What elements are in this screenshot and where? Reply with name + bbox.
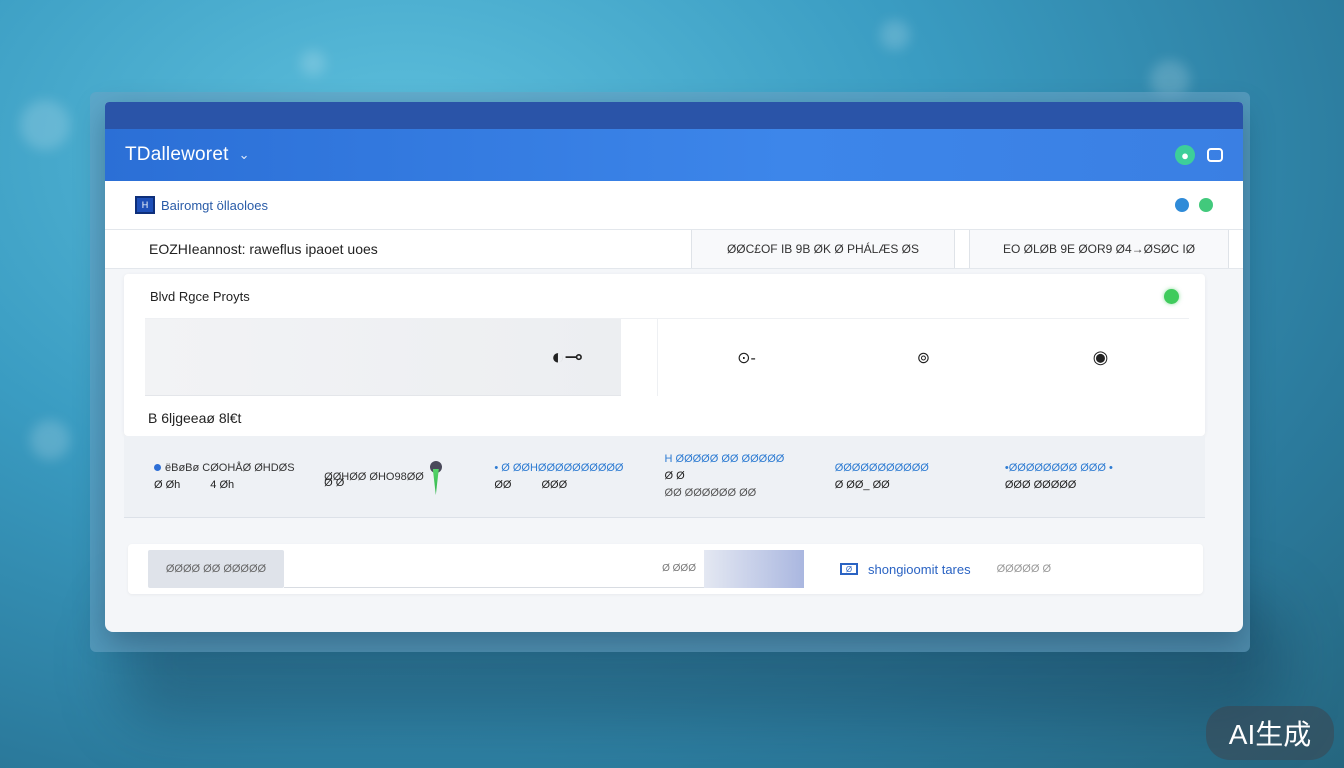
background-bokeh (20, 100, 70, 150)
sub-header: H Bairomgt öllaoloes (105, 181, 1243, 229)
info-main-text: EOZHIeannost: raweflus ipaoet uoes (105, 230, 692, 268)
info-cell[interactable]: EO ØLØB 9E ØOR9 Ø4→ØSØC IØ (969, 230, 1229, 268)
app-window: TDalleworet ⌄ ● H Bairomgt öllaoloes EOZ… (105, 102, 1243, 632)
metric-item[interactable]: • Ø ØØHØØØØØØØØØØ ØØ ØØØ (494, 460, 664, 494)
bullet-icon (154, 463, 161, 471)
aux-label: ØØØØØ Ø (996, 563, 1052, 575)
control-row: ◐⊸ ⊙- ⊚ ◉ (145, 318, 1189, 396)
panel-header: Blvd Rgce Proyts (124, 274, 1205, 318)
status-dot-icon (1199, 198, 1213, 212)
online-status-icon (1164, 288, 1179, 304)
settings-link[interactable]: Ø shongioomit tares (840, 562, 971, 577)
info-cell[interactable]: ØØC£OF IB 9B ØK Ø PHÁLÆS ØS (692, 230, 955, 268)
bottom-toolbar: ØØØØ ØØ ØØØØØ Ø ØØØ Ø shongioomit tares … (128, 544, 1203, 594)
metric-item[interactable]: •ØØØØØØØØ ØØØ • ØØØ ØØØØØ (1005, 460, 1175, 494)
control-cell[interactable]: ◉ (1012, 319, 1189, 396)
knob-icon[interactable]: ◐⊸ (551, 344, 583, 370)
metric-item[interactable]: ØØØØØØØØØØØ Ø ØØ_ ØØ (835, 460, 1005, 494)
subheader-label[interactable]: Bairomgt öllaoloes (161, 198, 268, 213)
app-title: TDalleworet (125, 144, 229, 165)
action-button[interactable]: ØØØØ ØØ ØØØØØ (148, 550, 284, 588)
pin-marker-icon (429, 461, 442, 493)
background-bokeh (30, 420, 70, 460)
brand-icon: H (135, 196, 155, 214)
window-icon[interactable] (1207, 148, 1223, 162)
control-cell[interactable]: ⊙- (658, 319, 835, 396)
status-icon[interactable]: ● (1175, 145, 1195, 165)
controls-panel: Blvd Rgce Proyts ◐⊸ ⊙- ⊚ ◉ B 6ljgeeaø 8l… (124, 274, 1205, 436)
globe-icon[interactable] (1175, 198, 1189, 212)
color-swatch[interactable] (704, 550, 804, 588)
control-slider-track[interactable]: ◐⊸ (145, 319, 621, 396)
chevron-down-icon[interactable]: ⌄ (239, 147, 250, 163)
metric-item[interactable]: ëBøBø CØOHÅØ ØHDØS Ø Øh 4 Øh (154, 460, 324, 494)
panel-title: Blvd Rgce Proyts (150, 288, 250, 304)
metric-item[interactable]: ØØHØØ ØHO98ØØ Ø Ø (324, 461, 494, 492)
metric-item[interactable]: H ØØØØØ ØØ ØØØØØ Ø Ø ØØ ØØØØØØ ØØ (665, 451, 835, 502)
title-bar: TDalleworet ⌄ ● (105, 129, 1243, 181)
link-icon: Ø (840, 563, 858, 575)
knob-icon[interactable]: ⊚ (917, 348, 930, 368)
control-cell[interactable]: ⊚ (835, 319, 1012, 396)
text-input[interactable]: Ø ØØØ (284, 550, 704, 588)
background-bokeh (880, 20, 910, 50)
section-title: B 6ljgeeaø 8l€t (148, 410, 242, 426)
eye-icon[interactable]: ◉ (1093, 347, 1109, 368)
ai-watermark: AI生成 (1206, 706, 1334, 760)
knob-icon[interactable]: ⊙- (737, 348, 756, 368)
window-top-strip (105, 102, 1243, 129)
metrics-row: ëBøBø CØOHÅØ ØHDØS Ø Øh 4 Øh ØØHØØ ØHO98Ø… (124, 436, 1205, 518)
info-row: EOZHIeannost: raweflus ipaoet uoes ØØC£O… (105, 229, 1243, 269)
background-bokeh (300, 50, 326, 76)
